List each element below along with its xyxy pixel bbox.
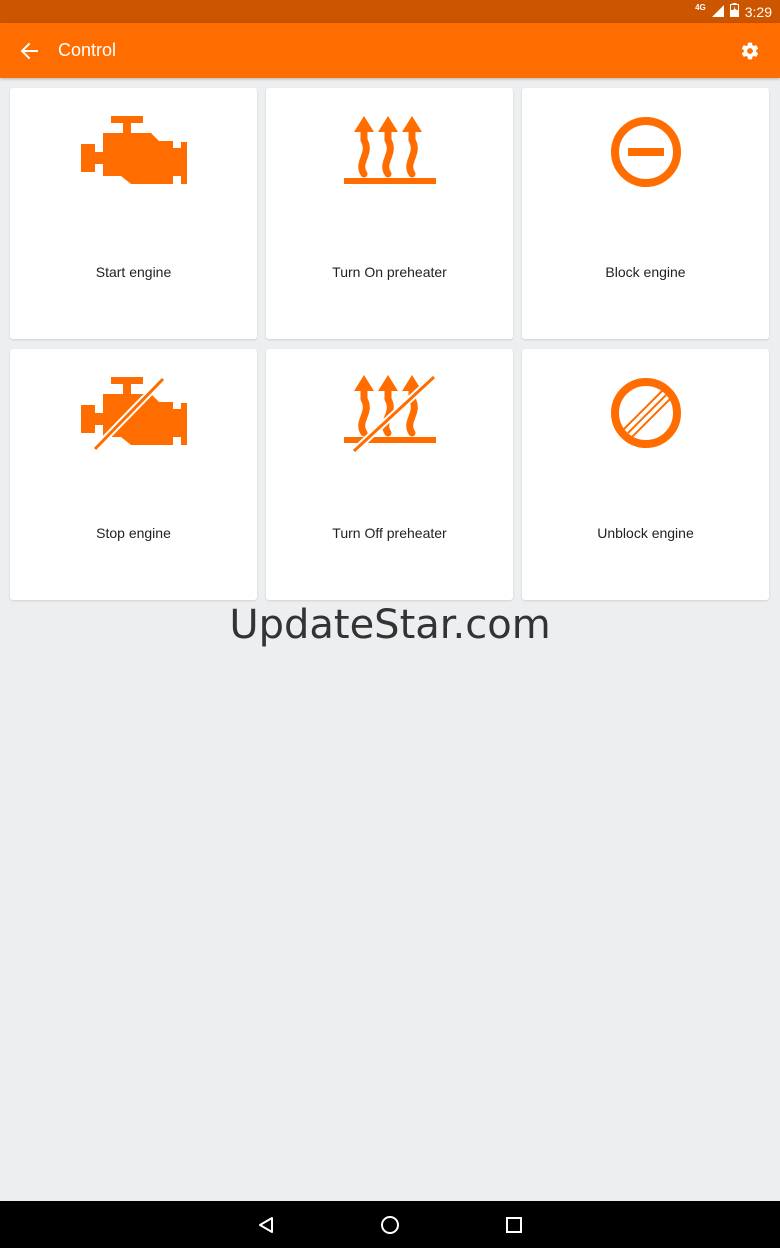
triangle-back-icon: [259, 1216, 273, 1233]
back-button[interactable]: [0, 23, 58, 78]
nav-recents-button[interactable]: [502, 1213, 526, 1237]
page-title: Control: [58, 40, 117, 60]
arrow-back-icon: [20, 42, 38, 59]
turn-off-preheater-label: Turn Off preheater: [332, 525, 447, 541]
square-recents-icon: [506, 1216, 522, 1233]
start-engine-card[interactable]: Start engine: [10, 88, 257, 339]
turn-on-preheater-card[interactable]: Turn On preheater: [266, 88, 513, 339]
unblock-icon: [522, 373, 769, 453]
start-engine-label: Start engine: [95, 264, 172, 280]
navigation-bar: [0, 1201, 780, 1248]
network-type: 4G: [695, 3, 706, 12]
watermark-text: UpdateStar.com: [229, 602, 551, 648]
status-bar: 4G 3:29: [0, 0, 780, 23]
preheater-off-icon: [266, 373, 513, 453]
nav-home-button[interactable]: [378, 1213, 402, 1237]
block-engine-card[interactable]: Block engine: [522, 88, 769, 339]
control-grid: Start engine Turn On preheater Block eng…: [10, 88, 770, 600]
status-time: 3:29: [744, 3, 772, 20]
block-icon: [522, 112, 769, 192]
battery-icon: [729, 3, 739, 20]
block-engine-label: Block engine: [605, 264, 686, 280]
app-bar: Control: [0, 23, 780, 78]
nav-back-button[interactable]: [254, 1213, 278, 1237]
stop-engine-label: Stop engine: [96, 525, 171, 541]
unblock-engine-label: Unblock engine: [597, 525, 694, 541]
signal-icon: [711, 4, 724, 20]
engine-off-icon: [10, 373, 257, 453]
turn-off-preheater-card[interactable]: Turn Off preheater: [266, 349, 513, 600]
gear-icon: [741, 42, 759, 59]
turn-on-preheater-label: Turn On preheater: [332, 264, 447, 280]
stop-engine-card[interactable]: Stop engine: [10, 349, 257, 600]
settings-button[interactable]: [720, 23, 780, 78]
preheater-icon: [266, 112, 513, 192]
circle-home-icon: [381, 1215, 399, 1234]
engine-icon: [10, 112, 257, 192]
unblock-engine-card[interactable]: Unblock engine: [522, 349, 769, 600]
